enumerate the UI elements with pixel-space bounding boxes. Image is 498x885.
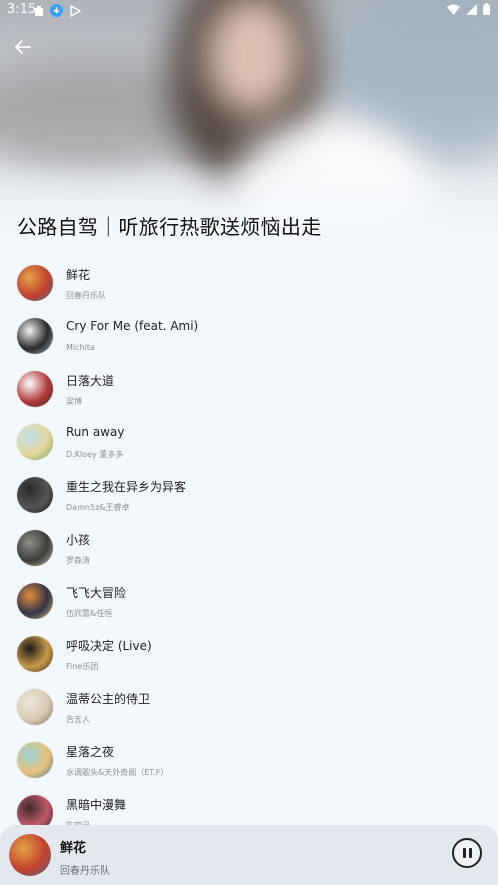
song-artist: Damn5z&王睿卓: [66, 503, 130, 512]
now-playing-artist: 回春丹乐队: [60, 866, 110, 877]
mini-player[interactable]: 鲜花 回春丹乐队: [0, 825, 498, 885]
album-cover: [17, 689, 53, 725]
song-row[interactable]: 呼吸决定 (Live) Fine乐团: [0, 628, 498, 681]
song-row[interactable]: 日落大道 梁博: [0, 363, 498, 416]
song-artist: 回春丹乐队: [66, 291, 106, 300]
album-cover: [17, 636, 53, 672]
song-artist: 罗森涛: [66, 556, 90, 565]
song-title: 温蒂公主的侍卫: [66, 692, 151, 706]
album-cover: [17, 424, 53, 460]
song-title: Cry For Me (feat. Ami): [66, 319, 199, 333]
pause-icon: [462, 848, 466, 858]
song-title: 飞飞大冒险: [66, 586, 127, 600]
song-list: 鲜花回春丹乐队 Cry For Me (feat. Ami) Michita 日落大道…: [0, 257, 498, 840]
album-cover: [17, 583, 53, 619]
song-title: 黑暗中漫舞: [66, 798, 127, 812]
song-artist: 告五人: [66, 715, 90, 724]
song-artist: Michita: [66, 343, 95, 352]
status-bar: 3:15: [0, 0, 498, 22]
song-title: Run away: [66, 425, 125, 439]
album-cover: [17, 371, 53, 407]
status-time: 3:15: [7, 2, 37, 17]
album-cover: [17, 318, 53, 354]
signal-icon: [466, 3, 477, 15]
wifi-icon: [447, 4, 460, 15]
album-cover: [17, 742, 53, 778]
notification-icon: [35, 5, 43, 16]
song-artist: 水调歌头&天外奇阁（ET.F）: [66, 768, 169, 777]
song-title: 日落大道: [66, 374, 115, 388]
song-title: 呼吸决定 (Live): [66, 639, 152, 653]
arrow-left-icon: [15, 40, 31, 54]
battery-icon: [483, 3, 490, 15]
song-row[interactable]: 鲜花 回春丹乐队: [0, 257, 498, 310]
album-cover: [17, 477, 53, 513]
album-cover: [17, 530, 53, 566]
song-title: 鲜花: [66, 268, 91, 282]
album-cover: [17, 265, 53, 301]
song-row[interactable]: 温蒂公主的侍卫告五人: [0, 681, 498, 734]
song-title: 小孩: [66, 533, 91, 547]
song-artist: 伍欣蕾&任恒: [66, 609, 113, 618]
play-store-icon: [70, 4, 81, 17]
now-playing-title: 鲜花: [60, 841, 87, 856]
song-row[interactable]: Run away D.Kloey 董多多: [0, 416, 498, 469]
song-title: 重生之我在异乡为异客: [66, 480, 187, 494]
song-row[interactable]: Cry For Me (feat. Ami) Michita: [0, 310, 498, 363]
pause-button[interactable]: [452, 838, 482, 868]
song-artist: Fine乐团: [66, 662, 99, 671]
playlist-title: 公路自驾｜听旅行热歌送烦恼出走: [17, 215, 322, 239]
pause-icon-bar: [468, 848, 472, 858]
now-playing-cover: [9, 834, 51, 876]
song-row[interactable]: 重生之我在异乡为异客 Damn5z&王睿卓: [0, 469, 498, 522]
song-row[interactable]: 飞飞大冒险伍欣蕾&任恒: [0, 575, 498, 628]
song-title: 星落之夜: [66, 745, 115, 759]
back-button[interactable]: [12, 36, 34, 58]
song-artist: 梁博: [66, 397, 82, 406]
song-row[interactable]: 星落之夜水调歌头&天外奇阁（ET.F）: [0, 734, 498, 787]
song-row[interactable]: 小孩 罗森涛: [0, 522, 498, 575]
download-icon: [50, 4, 63, 17]
song-artist: D.Kloey 董多多: [66, 450, 124, 459]
